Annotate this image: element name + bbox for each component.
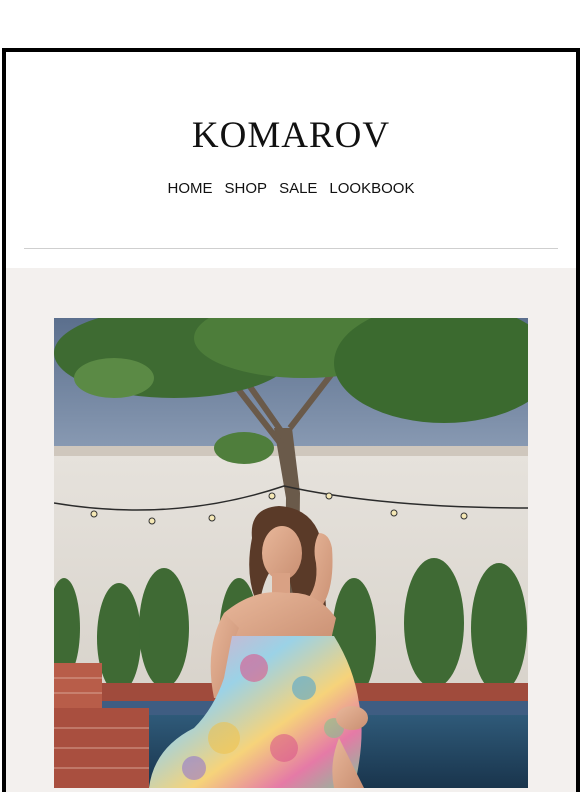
- lifestyle-photo-icon: [54, 318, 528, 788]
- main-nav: HOME SHOP SALE LOOKBOOK: [6, 180, 576, 197]
- nav-item-shop[interactable]: SHOP: [225, 180, 268, 197]
- email-header: KOMAROV HOME SHOP SALE LOOKBOOK: [6, 52, 576, 268]
- email-frame: KOMAROV HOME SHOP SALE LOOKBOOK: [2, 48, 580, 792]
- brand-logo[interactable]: KOMAROV: [6, 114, 576, 158]
- nav-item-sale[interactable]: SALE: [279, 180, 317, 197]
- nav-item-home[interactable]: HOME: [168, 180, 213, 197]
- nav-item-lookbook[interactable]: LOOKBOOK: [329, 180, 414, 197]
- header-divider: [24, 248, 558, 249]
- hero-image[interactable]: [54, 318, 528, 788]
